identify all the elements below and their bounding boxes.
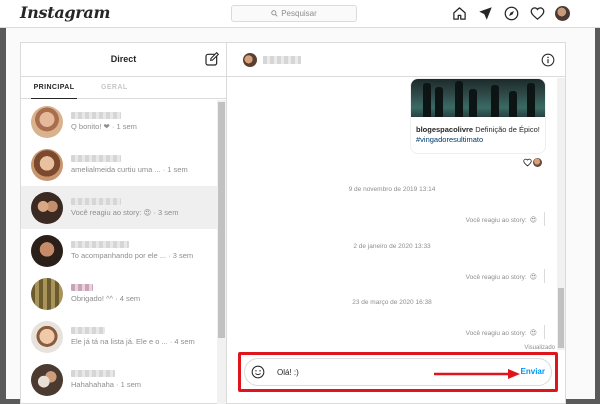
thread-preview: Ele já tá na lista já. Ele e o ... · 4 s… — [71, 337, 195, 346]
thread-username — [71, 327, 105, 334]
search-input[interactable]: Pesquisar — [231, 5, 357, 22]
thread-username — [71, 241, 129, 248]
frame-edge-right — [595, 28, 600, 404]
scrollbar-thumb[interactable] — [558, 288, 564, 348]
new-message-icon[interactable] — [204, 51, 220, 67]
reaction-divider — [544, 212, 545, 226]
thread-item[interactable]: Obrigado! ^^ · 4 sem — [21, 272, 217, 315]
tab-principal[interactable]: PRINCIPAL — [31, 77, 77, 99]
explore-icon[interactable] — [503, 5, 520, 22]
arrow-annotation-icon — [434, 369, 520, 379]
info-icon[interactable] — [541, 53, 555, 67]
thread-preview: To acompanhando por ele ... · 3 sem — [71, 251, 194, 260]
reaction-text: Você reagiu ao story: — [465, 216, 527, 224]
instagram-logo[interactable]: Instagram — [20, 3, 110, 22]
seen-status: Visualizado — [524, 345, 555, 351]
avatar — [31, 191, 63, 224]
home-icon[interactable] — [451, 5, 468, 22]
reaction-text: Você reagiu ao story: — [465, 329, 527, 337]
thread-item[interactable]: To acompanhando por ele ... · 3 sem — [21, 229, 217, 272]
reaction-divider — [544, 269, 545, 283]
avatar — [31, 234, 63, 267]
conversation-header — [227, 43, 565, 77]
avatar — [31, 148, 63, 181]
story-reaction: Você reagiu ao story: 😍 — [465, 216, 537, 225]
avatar — [31, 277, 63, 310]
thread-preview: Você reagiu ao story: 😍 · 3 sem — [71, 208, 179, 217]
shared-post-image — [411, 79, 545, 117]
heart-icon — [523, 158, 532, 167]
shared-post-hashtag[interactable]: #vingadoresultimato — [416, 135, 483, 144]
direct-panel: Direct PRINCIPAL GERAL Q bonito! ❤ · 1 s… — [20, 42, 566, 404]
shared-post-caption: blogespacolivre Definição de Épico! #vin… — [416, 125, 544, 145]
contact-username[interactable] — [263, 56, 301, 64]
message-timestamp: 2 de janeiro de 2020 13:33 — [353, 243, 431, 250]
direct-icon[interactable] — [477, 5, 494, 22]
story-reaction: Você reagiu ao story: 😍 — [465, 329, 537, 338]
heart-eyes-emoji-icon: 😍 — [529, 330, 537, 337]
thread-item-selected[interactable]: Você reagiu ao story: 😍 · 3 sem — [21, 186, 217, 229]
thread-username — [71, 112, 121, 119]
nav-icons — [451, 5, 570, 22]
search-placeholder: Pesquisar — [281, 9, 317, 18]
top-nav: Instagram Pesquisar — [0, 0, 600, 28]
emoji-icon[interactable] — [251, 365, 265, 379]
message-scrollbar[interactable] — [557, 78, 565, 350]
thread-item[interactable]: Ele já tá na lista já. Ele e o ... · 4 s… — [21, 315, 217, 358]
thread-preview: Q bonito! ❤ · 1 sem — [71, 122, 137, 131]
thread-item[interactable]: Hahahahaha · 1 sem — [21, 358, 217, 401]
thread-preview: amelialmeida curtiu uma ... · 1 sem — [71, 165, 188, 174]
message-timestamp: 23 de março de 2020 16:38 — [352, 299, 432, 306]
thread-username — [71, 370, 115, 377]
thread-list-scrollbar[interactable] — [217, 100, 226, 404]
message-input[interactable] — [277, 367, 437, 377]
thread-preview: Obrigado! ^^ · 4 sem — [71, 294, 141, 303]
message-thread: blogespacolivre Definição de Épico! #vin… — [227, 78, 557, 352]
shared-post-user[interactable]: blogespacolivre — [416, 125, 473, 134]
thread-list: Q bonito! ❤ · 1 sem amelialmeida curtiu … — [21, 100, 217, 404]
inbox-title: Direct — [110, 54, 137, 64]
inbox-header: Direct — [21, 43, 226, 77]
reaction-divider — [544, 325, 545, 339]
tab-geral[interactable]: GERAL — [101, 77, 128, 99]
avatar — [31, 105, 63, 138]
reaction-text: Você reagiu ao story: — [465, 273, 527, 281]
heart-eyes-emoji-icon: 😍 — [529, 274, 537, 281]
thread-username — [71, 198, 121, 205]
inbox-column: Direct PRINCIPAL GERAL Q bonito! ❤ · 1 s… — [21, 43, 227, 404]
inbox-tabs: PRINCIPAL GERAL — [21, 77, 226, 99]
heart-eyes-emoji-icon: 😍 — [529, 217, 537, 224]
thread-preview: Hahahahaha · 1 sem — [71, 380, 142, 389]
avatar — [31, 320, 63, 353]
contact-avatar[interactable] — [243, 53, 257, 67]
scrollbar-thumb[interactable] — [218, 102, 225, 338]
heart-icon[interactable] — [529, 5, 546, 22]
thread-username — [71, 155, 121, 162]
message-timestamp: 9 de novembro de 2019 13:14 — [348, 186, 436, 193]
thread-item[interactable]: Q bonito! ❤ · 1 sem — [21, 100, 217, 143]
search-icon — [271, 10, 278, 17]
story-reaction: Você reagiu ao story: 😍 — [465, 273, 537, 282]
thread-item[interactable]: amelialmeida curtiu uma ... · 1 sem — [21, 143, 217, 186]
shared-post-card[interactable]: blogespacolivre Definição de Épico! #vin… — [410, 78, 546, 154]
profile-avatar[interactable] — [555, 6, 570, 21]
thread-username — [71, 284, 93, 291]
post-reactions — [523, 158, 542, 167]
frame-edge-left — [0, 28, 6, 404]
reactor-avatar — [533, 158, 542, 167]
conversation-column: blogespacolivre Definição de Épico! #vin… — [227, 43, 565, 403]
send-button[interactable]: Enviar — [521, 367, 545, 376]
avatar — [31, 363, 63, 396]
shared-post-text: Definição de Épico! — [475, 125, 540, 134]
